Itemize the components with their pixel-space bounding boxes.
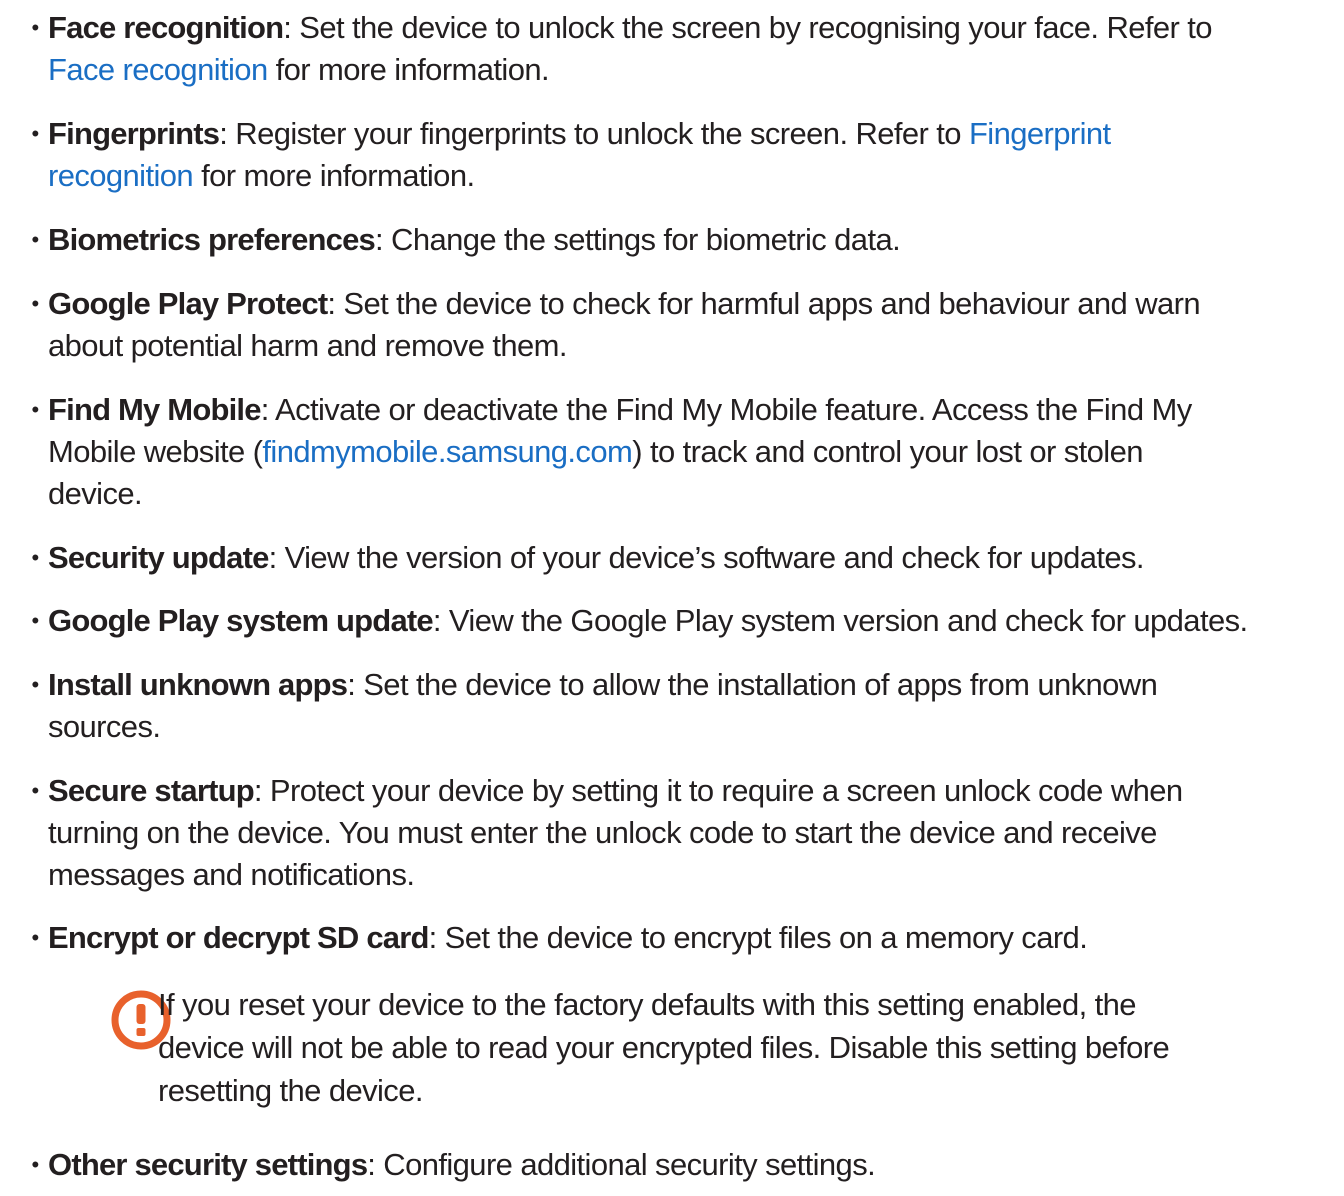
term: Install unknown apps <box>48 667 348 702</box>
bullet: • <box>31 1152 39 1177</box>
description: sources. <box>48 709 161 744</box>
link-fingerprint-recognition[interactable]: Fingerprint <box>969 116 1111 151</box>
bullet: • <box>31 291 39 316</box>
term: Encrypt or decrypt SD card <box>48 920 429 955</box>
description: : Protect your device by setting it to r… <box>253 773 1183 808</box>
bullet: • <box>31 121 39 146</box>
term: Google Play system update <box>48 603 434 638</box>
link-face-recognition[interactable]: Face recognition <box>48 52 268 87</box>
term: Fingerprints <box>48 116 220 151</box>
description: turning on the device. You must enter th… <box>48 815 1157 850</box>
description: : Change the settings for biometric data… <box>375 222 901 257</box>
link-findmymobile[interactable]: findmymobile.samsung.com <box>262 434 632 469</box>
bullet: • <box>31 925 39 950</box>
bullet: • <box>31 672 39 697</box>
description: messages and notifications. <box>48 857 415 892</box>
term: Find My Mobile <box>48 392 261 427</box>
description: : Configure additional security settings… <box>367 1147 876 1182</box>
bullet: • <box>31 227 39 252</box>
caution-text-line: device will not be able to read your enc… <box>158 1030 1170 1065</box>
bullet: • <box>31 545 39 570</box>
description: about potential harm and remove them. <box>48 328 568 363</box>
term: Security update <box>48 540 269 575</box>
description: : Set the device to encrypt files on a m… <box>428 920 1088 955</box>
description: : Register your fingerprints to unlock t… <box>219 116 969 151</box>
term: Other security settings <box>48 1147 368 1182</box>
term: Google Play Protect <box>48 286 328 321</box>
description: : Set the device to unlock the screen by… <box>283 10 1212 45</box>
term: Face recognition <box>48 10 284 45</box>
bullet: • <box>31 778 39 803</box>
description: : View the version of your device’s soft… <box>268 540 1145 575</box>
description: for more information. <box>193 158 475 193</box>
term: Biometrics preferences <box>48 222 376 257</box>
description: ) to track and control your lost or stol… <box>632 434 1143 469</box>
description: : View the Google Play system version an… <box>432 603 1248 638</box>
link-fingerprint-recognition[interactable]: recognition <box>48 158 194 193</box>
description: : Set the device to check for harmful ap… <box>327 286 1200 321</box>
bullet: • <box>31 608 39 633</box>
caution-text-line: If you reset your device to the factory … <box>158 987 1137 1022</box>
description: Mobile website ( <box>48 434 263 469</box>
term: Secure startup <box>48 773 255 808</box>
description: : Set the device to allow the installati… <box>347 667 1158 702</box>
description: for more information. <box>267 52 550 87</box>
description: : Activate or deactivate the Find My Mob… <box>260 392 1193 427</box>
description: device. <box>48 476 143 511</box>
caution-text-line: resetting the device. <box>158 1073 423 1108</box>
bullet: • <box>31 397 39 422</box>
bullet: • <box>31 15 39 40</box>
caution-note: If you reset your device to the factory … <box>158 983 1170 1112</box>
